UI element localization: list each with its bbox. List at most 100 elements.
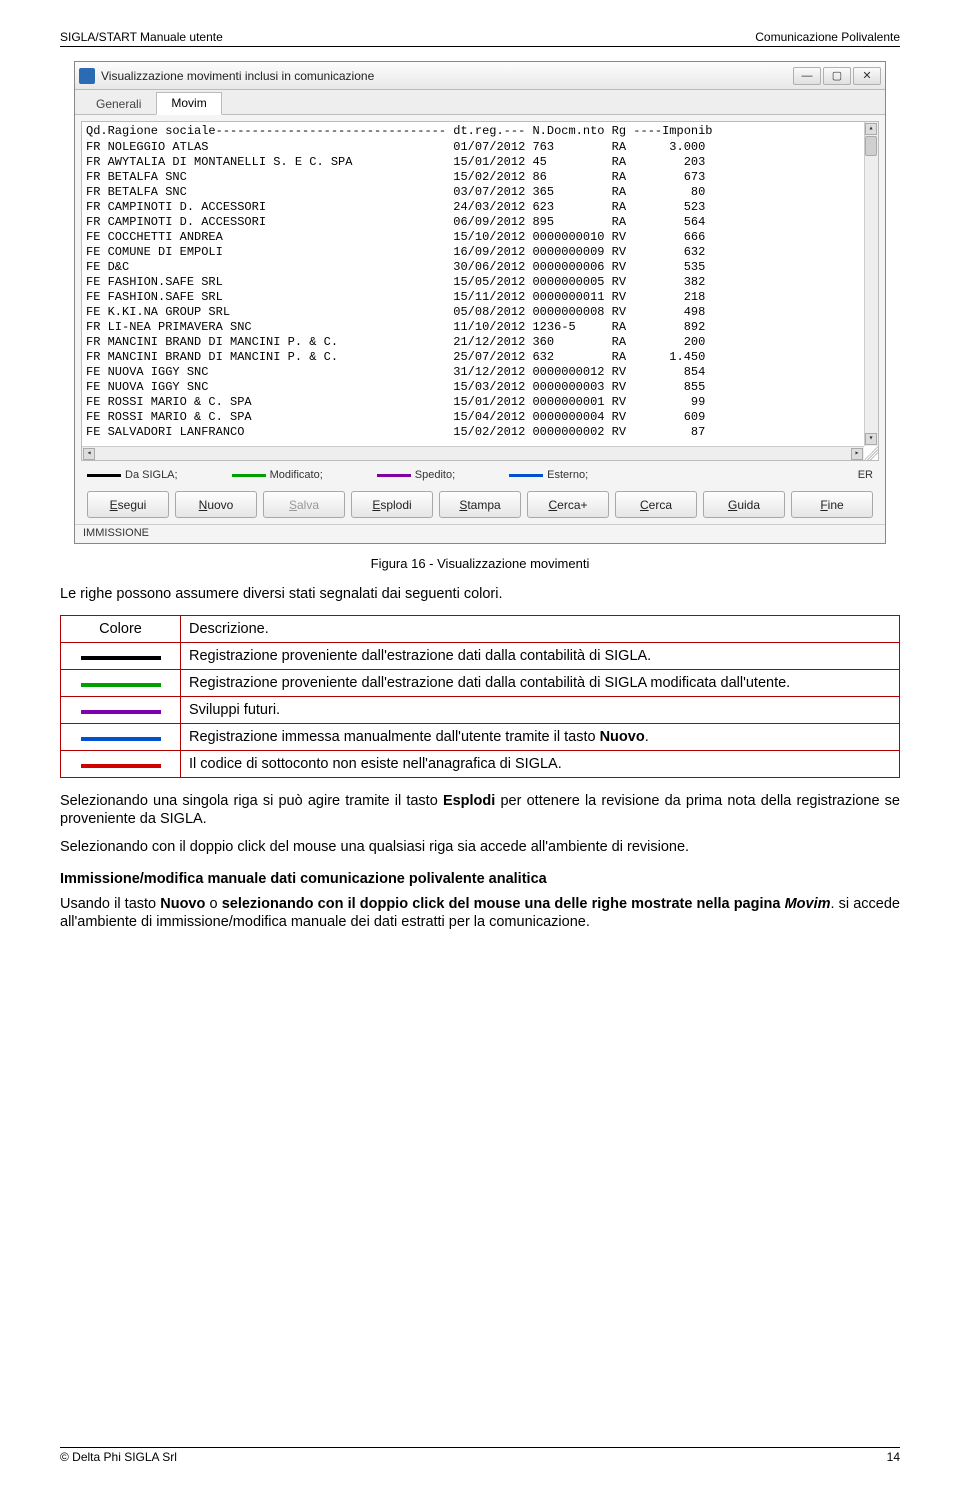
description-cell: Il codice di sottoconto non esiste nell'… [181, 751, 900, 778]
page-header: SIGLA/START Manuale utente Comunicazione… [60, 30, 900, 47]
table-row[interactable]: FE K.KI.NA GROUP SRL 05/08/2012 00000000… [82, 305, 878, 320]
footer-right: 14 [887, 1450, 900, 1464]
esegui-button[interactable]: Esegui [87, 491, 169, 518]
table-row[interactable]: FR LI-NEA PRIMAVERA SNC 11/10/2012 1236-… [82, 320, 878, 335]
stampa-button[interactable]: Stampa [439, 491, 521, 518]
table-row[interactable]: FE D&C 30/06/2012 0000000006 RV 535 [82, 260, 878, 275]
legend-color-swatch [509, 474, 543, 477]
color-bar [81, 737, 161, 741]
tab-bar: Generali Movim [75, 90, 885, 115]
titlebar: Visualizzazione movimenti inclusi in com… [75, 62, 885, 90]
color-cell [61, 724, 181, 751]
legend-label: Modificato; [270, 469, 323, 481]
col-header-descrizione: Descrizione. [181, 616, 900, 643]
color-cell [61, 670, 181, 697]
vertical-scrollbar[interactable]: ▴ ▾ [864, 122, 878, 446]
legend-color-swatch [232, 474, 266, 477]
scroll-left-icon[interactable]: ◂ [83, 448, 95, 460]
color-cell [61, 697, 181, 724]
grid-body[interactable]: FR NOLEGGIO ATLAS 01/07/2012 763 RA 3.00… [82, 140, 878, 440]
button-row: EseguiNuovoSalvaEsplodiStampaCerca+Cerca… [75, 485, 885, 524]
tab-generali[interactable]: Generali [81, 93, 156, 115]
window-title: Visualizzazione movimenti inclusi in com… [101, 69, 793, 83]
table-row[interactable]: FR BETALFA SNC 15/02/2012 86 RA 673 [82, 170, 878, 185]
salva-button: Salva [263, 491, 345, 518]
minimize-button[interactable]: — [793, 67, 821, 85]
table-row[interactable]: FE COCCHETTI ANDREA 15/10/2012 000000001… [82, 230, 878, 245]
legend-label: Esterno; [547, 469, 588, 481]
table-row[interactable]: FR NOLEGGIO ATLAS 01/07/2012 763 RA 3.00… [82, 140, 878, 155]
description-cell: Registrazione proveniente dall'estrazion… [181, 670, 900, 697]
paragraph-esplodi: Selezionando una singola riga si può agi… [60, 792, 900, 828]
scroll-right-icon[interactable]: ▸ [851, 448, 863, 460]
table-row: Registrazione immessa manualmente dall'u… [61, 724, 900, 751]
description-cell: Registrazione proveniente dall'estrazion… [181, 643, 900, 670]
scroll-up-icon[interactable]: ▴ [865, 123, 877, 135]
table-row[interactable]: FR AWYTALIA DI MONTANELLI S. E C. SPA 15… [82, 155, 878, 170]
figure-caption: Figura 16 - Visualizzazione movimenti [60, 556, 900, 571]
paragraph-nuovo: Usando il tasto Nuovo o selezionando con… [60, 895, 900, 931]
table-row[interactable]: FE NUOVA IGGY SNC 15/03/2012 0000000003 … [82, 380, 878, 395]
legend-item: Spedito; [377, 469, 455, 481]
legend-label: Spedito; [415, 469, 455, 481]
table-row: Registrazione proveniente dall'estrazion… [61, 670, 900, 697]
grid-header: Qd.Ragione sociale----------------------… [82, 122, 878, 140]
description-cell: Registrazione immessa manualmente dall'u… [181, 724, 900, 751]
table-row[interactable]: FE NUOVA IGGY SNC 31/12/2012 0000000012 … [82, 365, 878, 380]
table-row[interactable]: FR CAMPINOTI D. ACCESSORI 24/03/2012 623… [82, 200, 878, 215]
guida-button[interactable]: Guida [703, 491, 785, 518]
table-row[interactable]: FR CAMPINOTI D. ACCESSORI 06/09/2012 895… [82, 215, 878, 230]
section-heading: Immissione/modifica manuale dati comunic… [60, 871, 900, 887]
table-header-row: Colore Descrizione. [61, 616, 900, 643]
legend: Da SIGLA; Modificato; Spedito; Esterno; ER [75, 467, 885, 485]
color-cell [61, 643, 181, 670]
paragraph-double-click: Selezionando con il doppio click del mou… [60, 838, 900, 856]
resize-grip[interactable] [864, 446, 878, 460]
table-row[interactable]: FE FASHION.SAFE SRL 15/11/2012 000000001… [82, 290, 878, 305]
color-legend-table: Colore Descrizione. Registrazione proven… [60, 615, 900, 778]
status-bar: IMMISSIONE [75, 524, 885, 543]
scroll-down-icon[interactable]: ▾ [865, 433, 877, 445]
table-row[interactable]: FE COMUNE DI EMPOLI 16/09/2012 000000000… [82, 245, 878, 260]
tab-movim[interactable]: Movim [156, 92, 221, 115]
maximize-button[interactable]: ▢ [823, 67, 851, 85]
table-row: Sviluppi futuri. [61, 697, 900, 724]
col-header-colore: Colore [61, 616, 181, 643]
table-row[interactable]: FR MANCINI BRAND DI MANCINI P. & C. 21/1… [82, 335, 878, 350]
nuovo-button[interactable]: Nuovo [175, 491, 257, 518]
fine-button[interactable]: Fine [791, 491, 873, 518]
table-row: Registrazione proveniente dall'estrazion… [61, 643, 900, 670]
legend-color-swatch [377, 474, 411, 477]
color-cell [61, 751, 181, 778]
color-bar [81, 656, 161, 660]
cerca-button[interactable]: Cerca+ [527, 491, 609, 518]
close-button[interactable]: ✕ [853, 67, 881, 85]
esplodi-button[interactable]: Esplodi [351, 491, 433, 518]
color-bar [81, 683, 161, 687]
table-row[interactable]: FE ROSSI MARIO & C. SPA 15/01/2012 00000… [82, 395, 878, 410]
legend-item: Modificato; [232, 469, 323, 481]
legend-label: Da SIGLA; [125, 469, 178, 481]
header-right: Comunicazione Polivalente [755, 30, 900, 44]
data-grid[interactable]: Qd.Ragione sociale----------------------… [81, 121, 879, 461]
table-row[interactable]: FR BETALFA SNC 03/07/2012 365 RA 80 [82, 185, 878, 200]
app-window: Visualizzazione movimenti inclusi in com… [74, 61, 886, 544]
intro-paragraph: Le righe possono assumere diversi stati … [60, 585, 900, 603]
header-left: SIGLA/START Manuale utente [60, 30, 223, 44]
legend-item: Da SIGLA; [87, 469, 178, 481]
er-label: ER [858, 469, 873, 481]
scroll-thumb[interactable] [865, 136, 877, 156]
table-row[interactable]: FR MANCINI BRAND DI MANCINI P. & C. 25/0… [82, 350, 878, 365]
app-icon [79, 68, 95, 84]
table-row[interactable]: FE SALVADORI LANFRANCO 15/02/2012 000000… [82, 425, 878, 440]
table-row[interactable]: FE ROSSI MARIO & C. SPA 15/04/2012 00000… [82, 410, 878, 425]
description-cell: Sviluppi futuri. [181, 697, 900, 724]
color-bar [81, 710, 161, 714]
cerca-button[interactable]: Cerca [615, 491, 697, 518]
legend-color-swatch [87, 474, 121, 477]
table-row[interactable]: FE FASHION.SAFE SRL 15/05/2012 000000000… [82, 275, 878, 290]
legend-item: Esterno; [509, 469, 588, 481]
horizontal-scrollbar[interactable]: ◂ ▸ [82, 446, 864, 460]
color-bar [81, 764, 161, 768]
footer-left: © Delta Phi SIGLA Srl [60, 1450, 177, 1464]
